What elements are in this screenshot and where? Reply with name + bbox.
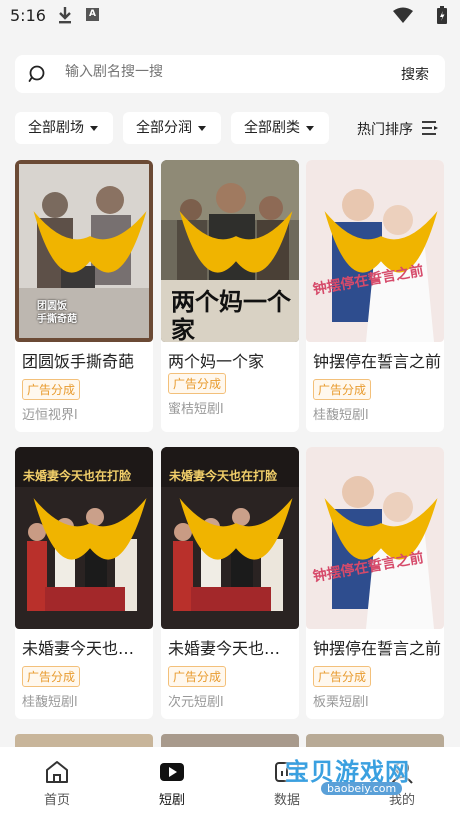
card-title: 未婚妻今天也在打脸 bbox=[22, 639, 150, 658]
studio-name: 桂馥短剧l bbox=[313, 408, 369, 423]
drama-card[interactable]: 未婚妻今天也在打脸 未婚妻今天也在打脸 广告分成 桂馥短剧l bbox=[15, 447, 153, 719]
home-icon bbox=[46, 761, 68, 783]
drama-card[interactable]: 钟摆停在誓言之前 钟摆停在誓言之前 广告分成 桂馥短剧l bbox=[306, 160, 444, 432]
drama-card[interactable]: 团圆饭 手撕奇葩 团圆饭手撕奇葩 广告分成 迈恒视界l bbox=[15, 160, 153, 432]
drama-card[interactable]: 钟摆停在誓言之前 钟摆停在誓言之前 广告分成 板栗短剧l bbox=[306, 447, 444, 719]
watermark: 宝贝游戏网 baobeiy.com bbox=[283, 752, 443, 810]
poster-image: 两个妈一个家 bbox=[161, 160, 299, 342]
nav-home[interactable]: 首页 bbox=[22, 759, 92, 808]
card-title: 钟摆停在誓言之前 bbox=[313, 352, 441, 371]
download-icon bbox=[59, 7, 71, 24]
poster-image: 钟摆停在誓言之前 bbox=[306, 160, 444, 342]
search-input[interactable] bbox=[65, 64, 365, 80]
revenue-badge: 广告分成 bbox=[22, 379, 81, 400]
studio-name: 迈恒视界l bbox=[22, 408, 78, 423]
status-time: 5:16 bbox=[10, 6, 46, 25]
revenue-badge: 广告分成 bbox=[22, 666, 81, 687]
card-title: 两个妈一个家 bbox=[168, 352, 265, 371]
studio-name: 蜜桔短剧l bbox=[168, 402, 224, 417]
caret-down-icon bbox=[198, 125, 206, 131]
poster-image: 团圆饭 手撕奇葩 bbox=[15, 160, 153, 342]
revenue-badge: 广告分成 bbox=[313, 379, 372, 400]
filter-revenue-share-label: 全部分润 bbox=[136, 120, 192, 136]
nav-home-label: 首页 bbox=[43, 793, 70, 808]
next-card-peek bbox=[161, 734, 299, 747]
poster-image: 钟摆停在誓言之前 bbox=[306, 447, 444, 629]
wifi-icon bbox=[393, 7, 413, 23]
poster-title-text: 团圆饭 手撕奇葩 bbox=[37, 301, 77, 325]
card-title: 钟摆停在誓言之前 bbox=[313, 639, 441, 658]
nav-short-drama-label: 短剧 bbox=[158, 793, 185, 808]
watermark-url: baobeiy.com bbox=[321, 782, 403, 795]
battery-icon bbox=[437, 6, 447, 24]
sort-button[interactable]: 热门排序 bbox=[357, 119, 413, 139]
filter-genre[interactable]: 全部剧类 bbox=[231, 112, 329, 144]
poster-image: 未婚妻今天也在打脸 bbox=[161, 447, 299, 629]
search-button[interactable]: 搜索 bbox=[401, 64, 429, 84]
studio-name: 板栗短剧l bbox=[313, 695, 369, 710]
studio-name: 桂馥短剧l bbox=[22, 695, 78, 710]
revenue-badge: 广告分成 bbox=[168, 666, 227, 687]
studio-name: 次元短剧l bbox=[168, 695, 224, 710]
next-card-peek bbox=[15, 734, 153, 747]
card-title: 团圆饭手撕奇葩 bbox=[22, 352, 135, 371]
drama-card[interactable]: 未婚妻今天也在打脸 未婚妻今天也在打脸 广告分成 次元短剧l bbox=[161, 447, 299, 719]
drama-card[interactable]: 两个妈一个家 两个妈一个家 广告分成 蜜桔短剧l bbox=[161, 160, 299, 432]
search-bar[interactable]: 搜索 bbox=[15, 55, 445, 93]
filter-theater[interactable]: 全部剧场 bbox=[15, 112, 113, 144]
search-icon bbox=[28, 65, 45, 82]
card-title: 未婚妻今天也在打脸 bbox=[168, 639, 296, 658]
caret-down-icon bbox=[306, 125, 314, 131]
filter-theater-label: 全部剧场 bbox=[28, 120, 84, 136]
nav-short-drama[interactable]: 短剧 bbox=[137, 759, 207, 808]
video-play-icon bbox=[160, 763, 184, 781]
poster-title-text: 未婚妻今天也在打脸 bbox=[23, 469, 132, 483]
next-card-peek bbox=[306, 734, 444, 747]
revenue-badge: 广告分成 bbox=[313, 666, 372, 687]
filter-genre-label: 全部剧类 bbox=[244, 120, 300, 136]
caret-down-icon bbox=[90, 125, 98, 131]
poster-title-text: 未婚妻今天也在打脸 bbox=[169, 469, 278, 483]
sort-icon[interactable] bbox=[422, 121, 438, 135]
filter-revenue-share[interactable]: 全部分润 bbox=[123, 112, 221, 144]
a-app-icon: A bbox=[86, 8, 99, 21]
poster-image: 未婚妻今天也在打脸 bbox=[15, 447, 153, 629]
brand-logo-icon bbox=[324, 498, 438, 560]
brand-logo-icon bbox=[324, 211, 438, 273]
status-bar: 5:16 A bbox=[0, 0, 460, 32]
revenue-badge: 广告分成 bbox=[168, 373, 227, 394]
poster-title-text: 两个妈一个家 bbox=[171, 287, 291, 343]
